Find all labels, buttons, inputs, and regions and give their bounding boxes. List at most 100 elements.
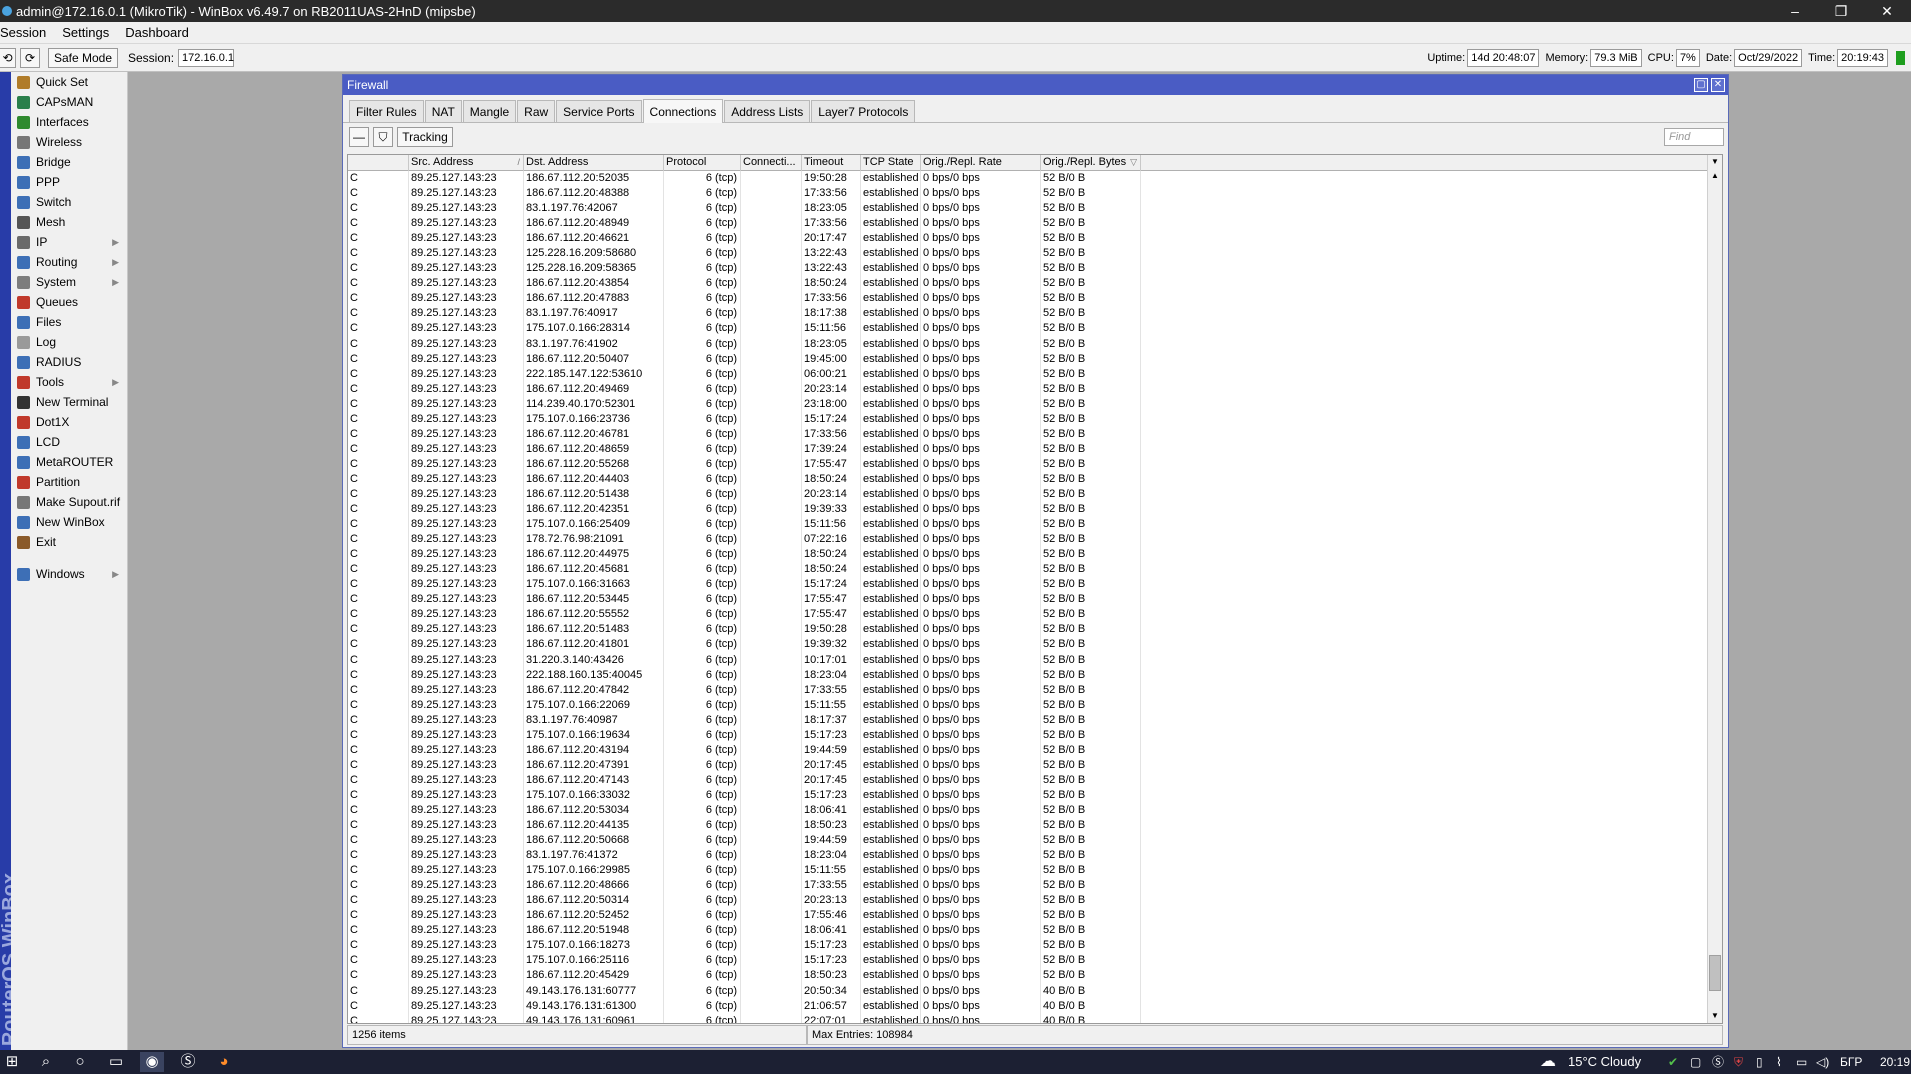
close-window-icon[interactable]: ✕	[1711, 78, 1725, 92]
sidebar-item-new-winbox[interactable]: New WinBox	[11, 512, 127, 532]
session-field[interactable]: 172.16.0.1	[178, 48, 235, 67]
table-row[interactable]: C 89.25.127.143:23 49.143.176.131:60961 6 (…	[348, 1013, 1722, 1023]
table-row[interactable]: C 89.25.127.143:23 186.67.112.20:52452 6 (t…	[348, 908, 1722, 924]
table-row[interactable]: C 89.25.127.143:23 83.1.197.76:41902 6 (tcp…	[348, 336, 1722, 352]
tab-service-ports[interactable]: Service Ports	[556, 100, 642, 122]
redo-button[interactable]: ⟳	[20, 47, 40, 68]
column-header[interactable]: TCP State	[861, 155, 921, 171]
menu-dashboard[interactable]: Dashboard	[117, 25, 197, 40]
tab-raw[interactable]: Raw	[517, 100, 556, 122]
sidebar-item-ip[interactable]: IP ▶	[11, 232, 127, 252]
table-row[interactable]: C 89.25.127.143:23 186.67.112.20:41801 6 (t…	[348, 637, 1722, 653]
table-row[interactable]: C 89.25.127.143:23 175.107.0.166:33032 6 (t…	[348, 787, 1722, 803]
column-header[interactable]: Orig./Repl. Bytes ▽	[1041, 155, 1141, 171]
table-row[interactable]: C 89.25.127.143:23 186.67.112.20:53034 6 (t…	[348, 802, 1722, 819]
tray-check-icon[interactable]: ✔	[1668, 1050, 1678, 1074]
firewall-title-bar[interactable]: Firewall ▢ ✕	[343, 75, 1728, 95]
tray-wifi-icon[interactable]: ⌇	[1776, 1050, 1782, 1074]
table-row[interactable]: C 89.25.127.143:23 186.67.112.20:46621 6 (t…	[348, 231, 1722, 247]
table-row[interactable]: C 89.25.127.143:23 186.67.112.20:51948 6 (t…	[348, 923, 1722, 939]
table-row[interactable]: C 89.25.127.143:23 175.107.0.166:29985 6 (t…	[348, 863, 1722, 879]
table-row[interactable]: C 89.25.127.143:23 49.143.176.131:61300 6 (…	[348, 998, 1722, 1014]
table-row[interactable]: C 89.25.127.143:23 186.67.112.20:50407 6 (t…	[348, 351, 1722, 367]
table-row[interactable]: C 89.25.127.143:23 186.67.112.20:43854 6 (t…	[348, 276, 1722, 292]
table-row[interactable]: C 89.25.127.143:23 186.67.112.20:44975 6 (t…	[348, 547, 1722, 563]
table-row[interactable]: C 89.25.127.143:23 186.67.112.20:52035 6 (t…	[348, 171, 1722, 187]
table-row[interactable]: C 89.25.127.143:23 186.67.112.20:48666 6 (t…	[348, 878, 1722, 894]
restore-window-icon[interactable]: ▢	[1694, 78, 1708, 92]
table-row[interactable]: C 89.25.127.143:23 186.67.112.20:49469 6 (t…	[348, 381, 1722, 397]
column-header[interactable]: Orig./Repl. Rate	[921, 155, 1041, 171]
table-row[interactable]: C 89.25.127.143:23 83.1.197.76:40917 6 (tcp…	[348, 306, 1722, 322]
sidebar-item-radius[interactable]: RADIUS	[11, 352, 127, 372]
table-row[interactable]: C 89.25.127.143:23 186.67.112.20:44135 6 (t…	[348, 818, 1722, 834]
winbox-taskbar-icon[interactable]: ◉	[140, 1052, 164, 1072]
sidebar-item-mesh[interactable]: Mesh	[11, 212, 127, 232]
table-row[interactable]: C 89.25.127.143:23 175.107.0.166:31663 6 (t…	[348, 577, 1722, 593]
language-indicator[interactable]: БГР	[1840, 1050, 1862, 1074]
skype-icon[interactable]: Ⓢ	[176, 1052, 200, 1072]
sidebar-item-dot1x[interactable]: Dot1X	[11, 412, 127, 432]
sidebar-item-files[interactable]: Files	[11, 312, 127, 332]
table-row[interactable]: C 89.25.127.143:23 83.1.197.76:40987 6 (tcp…	[348, 712, 1722, 728]
sidebar-item-interfaces[interactable]: Interfaces	[11, 112, 127, 132]
table-row[interactable]: C 89.25.127.143:23 186.67.112.20:55552 6 (t…	[348, 607, 1722, 623]
sidebar-item-lcd[interactable]: LCD	[11, 432, 127, 452]
sidebar-item-partition[interactable]: Partition	[11, 472, 127, 492]
taskbar-clock[interactable]: 20:19	[1880, 1050, 1910, 1074]
sidebar-item-metarouter[interactable]: MetaROUTER	[11, 452, 127, 472]
table-row[interactable]: C 89.25.127.143:23 186.67.112.20:45681 6 (t…	[348, 562, 1722, 578]
table-row[interactable]: C 89.25.127.143:23 186.67.112.20:48388 6 (t…	[348, 186, 1722, 202]
tab-filter-rules[interactable]: Filter Rules	[349, 100, 424, 122]
table-row[interactable]: C 89.25.127.143:23 186.67.112.20:47883 6 (t…	[348, 291, 1722, 307]
filter-button[interactable]: ⛉	[373, 127, 393, 147]
table-row[interactable]: C 89.25.127.143:23 222.185.147.122:53610 6 …	[348, 366, 1722, 382]
tab-connections[interactable]: Connections	[642, 99, 724, 123]
close-button[interactable]: ✕	[1864, 0, 1910, 22]
menu-session[interactable]: Session	[0, 25, 54, 40]
tab-mangle[interactable]: Mangle	[462, 100, 517, 122]
scroll-top-arrow-icon[interactable]: ▼	[1708, 155, 1722, 169]
table-row[interactable]: C 89.25.127.143:23 186.67.112.20:48659 6 (t…	[348, 441, 1722, 457]
table-row[interactable]: C 89.25.127.143:23 175.107.0.166:19634 6 (t…	[348, 727, 1722, 743]
column-header[interactable]: Connecti...	[741, 155, 802, 171]
table-row[interactable]: C 89.25.127.143:23 186.67.112.20:51483 6 (t…	[348, 622, 1722, 638]
table-row[interactable]: C 89.25.127.143:23 186.67.112.20:46781 6 (t…	[348, 426, 1722, 442]
tracking-button[interactable]: Tracking	[397, 127, 453, 147]
tray-skype-icon[interactable]: Ⓢ	[1712, 1050, 1724, 1074]
table-row[interactable]: C 89.25.127.143:23 114.239.40.170:52301 6 (…	[348, 396, 1722, 412]
maximize-button[interactable]: ❐	[1818, 0, 1864, 22]
sidebar-item-queues[interactable]: Queues	[11, 292, 127, 312]
table-row[interactable]: C 89.25.127.143:23 175.107.0.166:18273 6 (t…	[348, 938, 1722, 954]
column-header[interactable]: Src. Address /	[409, 155, 524, 171]
windows-start-icon[interactable]: ⊞	[0, 1052, 24, 1072]
table-row[interactable]: C 89.25.127.143:23 186.67.112.20:53445 6 (t…	[348, 592, 1722, 608]
table-row[interactable]: C 89.25.127.143:23 186.67.112.20:55268 6 (t…	[348, 456, 1722, 472]
table-row[interactable]: C 89.25.127.143:23 222.188.160.135:40045 6 …	[348, 667, 1722, 683]
table-row[interactable]: C 89.25.127.143:23 186.67.112.20:47391 6 (t…	[348, 757, 1722, 773]
undo-button[interactable]: ⟲	[0, 47, 16, 68]
tray-window-icon[interactable]: ▢	[1690, 1050, 1701, 1074]
weather-text[interactable]: 15°C Cloudy	[1568, 1050, 1641, 1074]
table-row[interactable]: C 89.25.127.143:23 186.67.112.20:47842 6 (t…	[348, 682, 1722, 698]
table-row[interactable]: C 89.25.127.143:23 186.67.112.20:43194 6 (t…	[348, 742, 1722, 758]
column-header[interactable]: Dst. Address	[524, 155, 664, 171]
vertical-scrollbar[interactable]: ▼ ▲ ▼	[1707, 155, 1722, 1023]
table-row[interactable]: C 89.25.127.143:23 186.67.112.20:42351 6 (t…	[348, 502, 1722, 518]
scroll-up-arrow-icon[interactable]: ▲	[1708, 169, 1722, 183]
sidebar-item-wireless[interactable]: Wireless	[11, 132, 127, 152]
sidebar-item-switch[interactable]: Switch	[11, 192, 127, 212]
sidebar-item-exit[interactable]: Exit	[11, 532, 127, 552]
sidebar-item-new-terminal[interactable]: New Terminal	[11, 392, 127, 412]
table-row[interactable]: C 89.25.127.143:23 83.1.197.76:42067 6 (tcp…	[348, 201, 1722, 217]
sidebar-item-quick-set[interactable]: Quick Set	[11, 72, 127, 92]
sidebar-item-routing[interactable]: Routing ▶	[11, 252, 127, 272]
search-icon[interactable]: ⌕	[34, 1052, 58, 1072]
table-row[interactable]: C 89.25.127.143:23 186.67.112.20:50668 6 (t…	[348, 833, 1722, 849]
sidebar-item-make-supout-rif[interactable]: Make Supout.rif	[11, 492, 127, 512]
column-header[interactable]: Protocol	[664, 155, 741, 171]
sidebar-item-bridge[interactable]: Bridge	[11, 152, 127, 172]
table-row[interactable]: C 89.25.127.143:23 186.67.112.20:47143 6 (t…	[348, 772, 1722, 788]
table-row[interactable]: C 89.25.127.143:23 125.228.16.209:58365 6 (…	[348, 261, 1722, 277]
table-row[interactable]: C 89.25.127.143:23 178.72.76.98:21091 6 (tc…	[348, 532, 1722, 548]
